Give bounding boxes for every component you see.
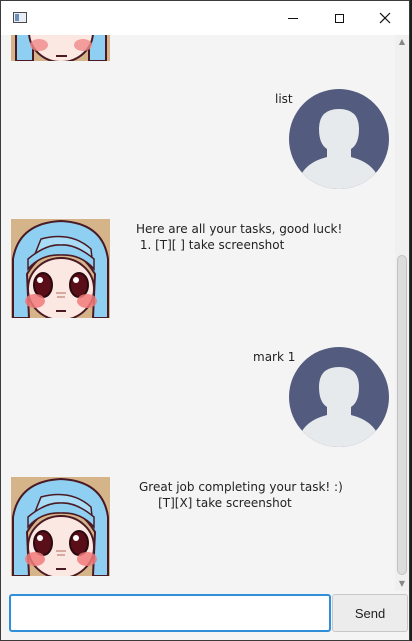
- maximize-icon: [334, 13, 344, 23]
- input-bar: Send: [1, 591, 409, 640]
- send-button[interactable]: Send: [332, 594, 408, 632]
- scroll-up-arrow-icon[interactable]: ▲: [397, 37, 407, 47]
- close-icon: [379, 12, 391, 24]
- vertical-scrollbar[interactable]: ▲ ▼: [395, 35, 409, 591]
- duke-message-text: Great job completing your task! :) [T][X…: [139, 480, 343, 510]
- scroll-thumb[interactable]: [397, 255, 407, 575]
- close-button[interactable]: [362, 1, 408, 35]
- app-window-icon: [13, 12, 27, 23]
- title-bar[interactable]: [1, 1, 409, 35]
- app-window: list Here are all your tasks, good luck!…: [0, 0, 410, 641]
- duke-avatar: [11, 219, 110, 318]
- duke-avatar: [11, 477, 110, 576]
- minimize-button[interactable]: [270, 1, 316, 35]
- user-input-field[interactable]: [9, 594, 331, 632]
- minimize-icon: [288, 17, 298, 19]
- maximize-button[interactable]: [316, 1, 362, 35]
- duke-face-icon: [11, 477, 110, 576]
- duke-avatar: [11, 35, 110, 61]
- duke-face-icon: [11, 35, 110, 61]
- user-avatar-icon: [289, 89, 389, 189]
- duke-message-text: Here are all your tasks, good luck! 1. […: [136, 222, 343, 252]
- duke-face-icon: [11, 219, 110, 318]
- user-avatar-icon: [289, 347, 389, 447]
- scroll-down-arrow-icon[interactable]: ▼: [397, 579, 407, 589]
- dialog-container[interactable]: list Here are all your tasks, good luck!…: [1, 35, 395, 591]
